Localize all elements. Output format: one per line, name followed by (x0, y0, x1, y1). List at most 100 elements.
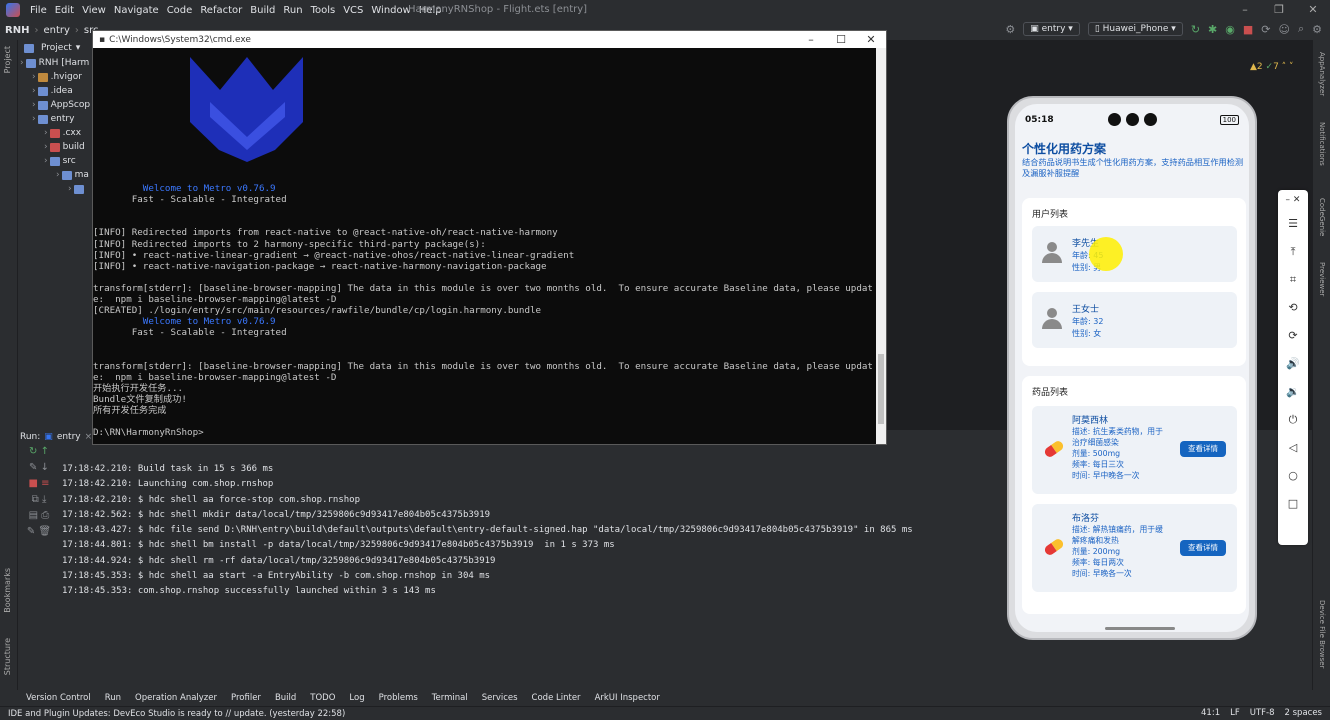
bottom-tab-todo[interactable]: TODO (310, 693, 335, 703)
settings-gear-icon[interactable]: ⚙ (1005, 23, 1015, 36)
previewer-tool-tab[interactable]: Previewer (1318, 262, 1326, 296)
breadcrumb-entry[interactable]: entry (38, 25, 74, 36)
structure-tool-tab[interactable]: Structure (3, 638, 12, 675)
menu-edit[interactable]: Edit (51, 5, 78, 16)
cmd-body[interactable]: Welcome to Metro v0.76.9 Fast - Scalable… (93, 48, 886, 444)
rotate-right-icon[interactable]: ⟳ (1278, 322, 1308, 350)
bookmarks-tool-tab[interactable]: Bookmarks (3, 568, 12, 613)
cmd-maximize-icon[interactable]: ☐ (826, 31, 856, 48)
power-icon[interactable]: ⏻ (1278, 406, 1308, 434)
user-item[interactable]: 王女士 年龄: 32 性别: 女 (1032, 292, 1237, 348)
view-details-button[interactable]: 查看详情 (1180, 441, 1226, 457)
upload-icon[interactable]: ⤒ (1278, 238, 1308, 266)
menu-refactor[interactable]: Refactor (196, 5, 246, 16)
device-file-browser-tool-tab[interactable]: Device File Browser (1318, 600, 1326, 668)
menu-navigate[interactable]: Navigate (110, 5, 163, 16)
menu-vcs[interactable]: VCS (339, 5, 367, 16)
settings-icon[interactable]: ⚙ (1312, 23, 1322, 36)
tree-item[interactable]: › src (18, 154, 93, 168)
drug-item[interactable]: 布洛芬 描述: 解热镇痛药，用于缓解疼痛和发热 剂量: 200mg 频率: 每日… (1032, 504, 1237, 592)
minimize-close-icon[interactable]: – ✕ (1278, 190, 1308, 210)
cmd-minimize-icon[interactable]: – (796, 31, 826, 48)
wrench-icon[interactable]: ✎ ↓ (18, 462, 60, 478)
cmd-close-icon[interactable]: ✕ (856, 31, 886, 48)
restore-icon[interactable]: ❐ (1262, 0, 1296, 20)
back-icon[interactable]: ◁ (1278, 434, 1308, 462)
tree-item[interactable]: › RNH [Harm (18, 56, 93, 70)
codegenie-tool-tab[interactable]: CodeGenie (1318, 198, 1326, 236)
debug-icon[interactable]: ✱ (1208, 23, 1217, 36)
tree-item[interactable]: › .idea (18, 84, 93, 98)
bottom-tab-arkui-inspector[interactable]: ArkUI Inspector (595, 693, 660, 703)
bottom-tab-code-linter[interactable]: Code Linter (532, 693, 581, 703)
bottom-tab-terminal[interactable]: Terminal (432, 693, 468, 703)
menu-view[interactable]: View (78, 5, 110, 16)
cursor-position[interactable]: 41:1 (1201, 708, 1220, 718)
tree-item[interactable]: › build (18, 140, 93, 154)
pin-icon[interactable]: ✎ 🗑 (18, 526, 60, 542)
breadcrumb-project[interactable]: RNH (0, 25, 34, 36)
bottom-tab-run[interactable]: Run (105, 693, 121, 703)
run-icon[interactable]: ↻ (1191, 23, 1200, 36)
volume-down-icon[interactable]: 🔉 (1278, 378, 1308, 406)
menu-file[interactable]: File (26, 5, 51, 16)
rotate-icon[interactable]: ⟲ (1278, 294, 1308, 322)
tree-item[interactable]: › .hvigor (18, 70, 93, 84)
stop-icon[interactable]: ■ (1243, 23, 1253, 36)
menu-code[interactable]: Code (163, 5, 197, 16)
stop-run-icon[interactable]: ■ ≡ (18, 478, 60, 494)
run-config-select[interactable]: ▣ entry ▾ (1023, 22, 1080, 36)
cmd-line: transform[stderr]: [baseline-browser-map… (93, 282, 873, 294)
project-tool-tab[interactable]: Project (3, 46, 12, 73)
view-details-button[interactable]: 查看详情 (1180, 540, 1226, 556)
tree-item[interactable]: › .cxx (18, 126, 93, 140)
drug-item[interactable]: 阿莫西林 描述: 抗生素类药物，用于治疗细菌感染 剂量: 500mg 频率: 每… (1032, 406, 1237, 494)
bottom-tab-problems[interactable]: Problems (379, 693, 418, 703)
bottom-tab-build[interactable]: Build (275, 693, 296, 703)
restore-layout-icon[interactable]: ⧉ ⤓ (18, 494, 60, 510)
crop-icon[interactable]: ⌗ (1278, 266, 1308, 294)
notifications-tool-tab[interactable]: Notifications (1318, 122, 1326, 166)
project-panel-title[interactable]: Project (41, 43, 72, 53)
recents-icon[interactable]: □ (1278, 490, 1308, 518)
tree-item[interactable]: › ma (18, 168, 93, 182)
run-tab-entry[interactable]: entry (57, 432, 81, 442)
home-indicator[interactable] (1105, 627, 1175, 630)
indent-setting[interactable]: 2 spaces (1285, 708, 1322, 718)
tree-item[interactable]: › AppScop (18, 98, 93, 112)
cmd-scrollbar[interactable] (876, 48, 886, 444)
file-encoding[interactable]: UTF-8 (1250, 708, 1275, 718)
menu-tools[interactable]: Tools (307, 5, 340, 16)
appanalyzer-tool-tab[interactable]: AppAnalyzer (1318, 52, 1326, 96)
volume-up-icon[interactable]: 🔊 (1278, 350, 1308, 378)
sync-icon[interactable]: ⟳ (1261, 23, 1270, 36)
minimize-icon[interactable]: – (1228, 0, 1262, 20)
inspection-widget[interactable]: ▲2 ✓7 ˄ ˅ (1250, 62, 1294, 72)
bottom-tab-operation-analyzer[interactable]: Operation Analyzer (135, 693, 217, 703)
menu-icon[interactable]: ☰ (1278, 210, 1308, 238)
person-icon[interactable]: ☺ (1278, 23, 1289, 36)
cmd-line: [INFO] • react-native-navigation-package… (93, 260, 547, 272)
bottom-tab-profiler[interactable]: Profiler (231, 693, 261, 703)
close-icon[interactable]: ✕ (1296, 0, 1330, 20)
search-icon[interactable]: ⌕ (1298, 22, 1304, 36)
home-icon[interactable]: ○ (1278, 462, 1308, 490)
menu-build[interactable]: Build (246, 5, 279, 16)
menu-run[interactable]: Run (279, 5, 306, 16)
tree-item[interactable]: › (18, 182, 93, 196)
tree-item[interactable]: › entry (18, 112, 93, 126)
layout-icon[interactable]: ▤ ⎙ (18, 510, 60, 526)
bottom-tab-log[interactable]: Log (349, 693, 364, 703)
phone-screen[interactable]: 05:18 100 个性化用药方案 结合药品说明书生成个性化用药方案，支持药品相… (1015, 104, 1249, 632)
profile-icon[interactable]: ◉ (1225, 23, 1235, 36)
line-separator[interactable]: LF (1230, 708, 1240, 718)
rerun-icon[interactable]: ↻ ↑ (18, 446, 60, 462)
run-tab-icon: ▣ (44, 432, 53, 442)
bottom-tab-services[interactable]: Services (482, 693, 518, 703)
device-select[interactable]: ▯ Huawei_Phone ▾ (1087, 22, 1183, 36)
status-message[interactable]: IDE and Plugin Updates: DevEco Studio is… (8, 709, 345, 719)
bottom-tab-version-control[interactable]: Version Control (26, 693, 91, 703)
check-count: 7 (1273, 62, 1279, 72)
drug-freq: 频率: 每日两次 (1072, 558, 1124, 567)
user-item[interactable]: 李先生 年龄: 45 性别: 男 (1032, 226, 1237, 282)
